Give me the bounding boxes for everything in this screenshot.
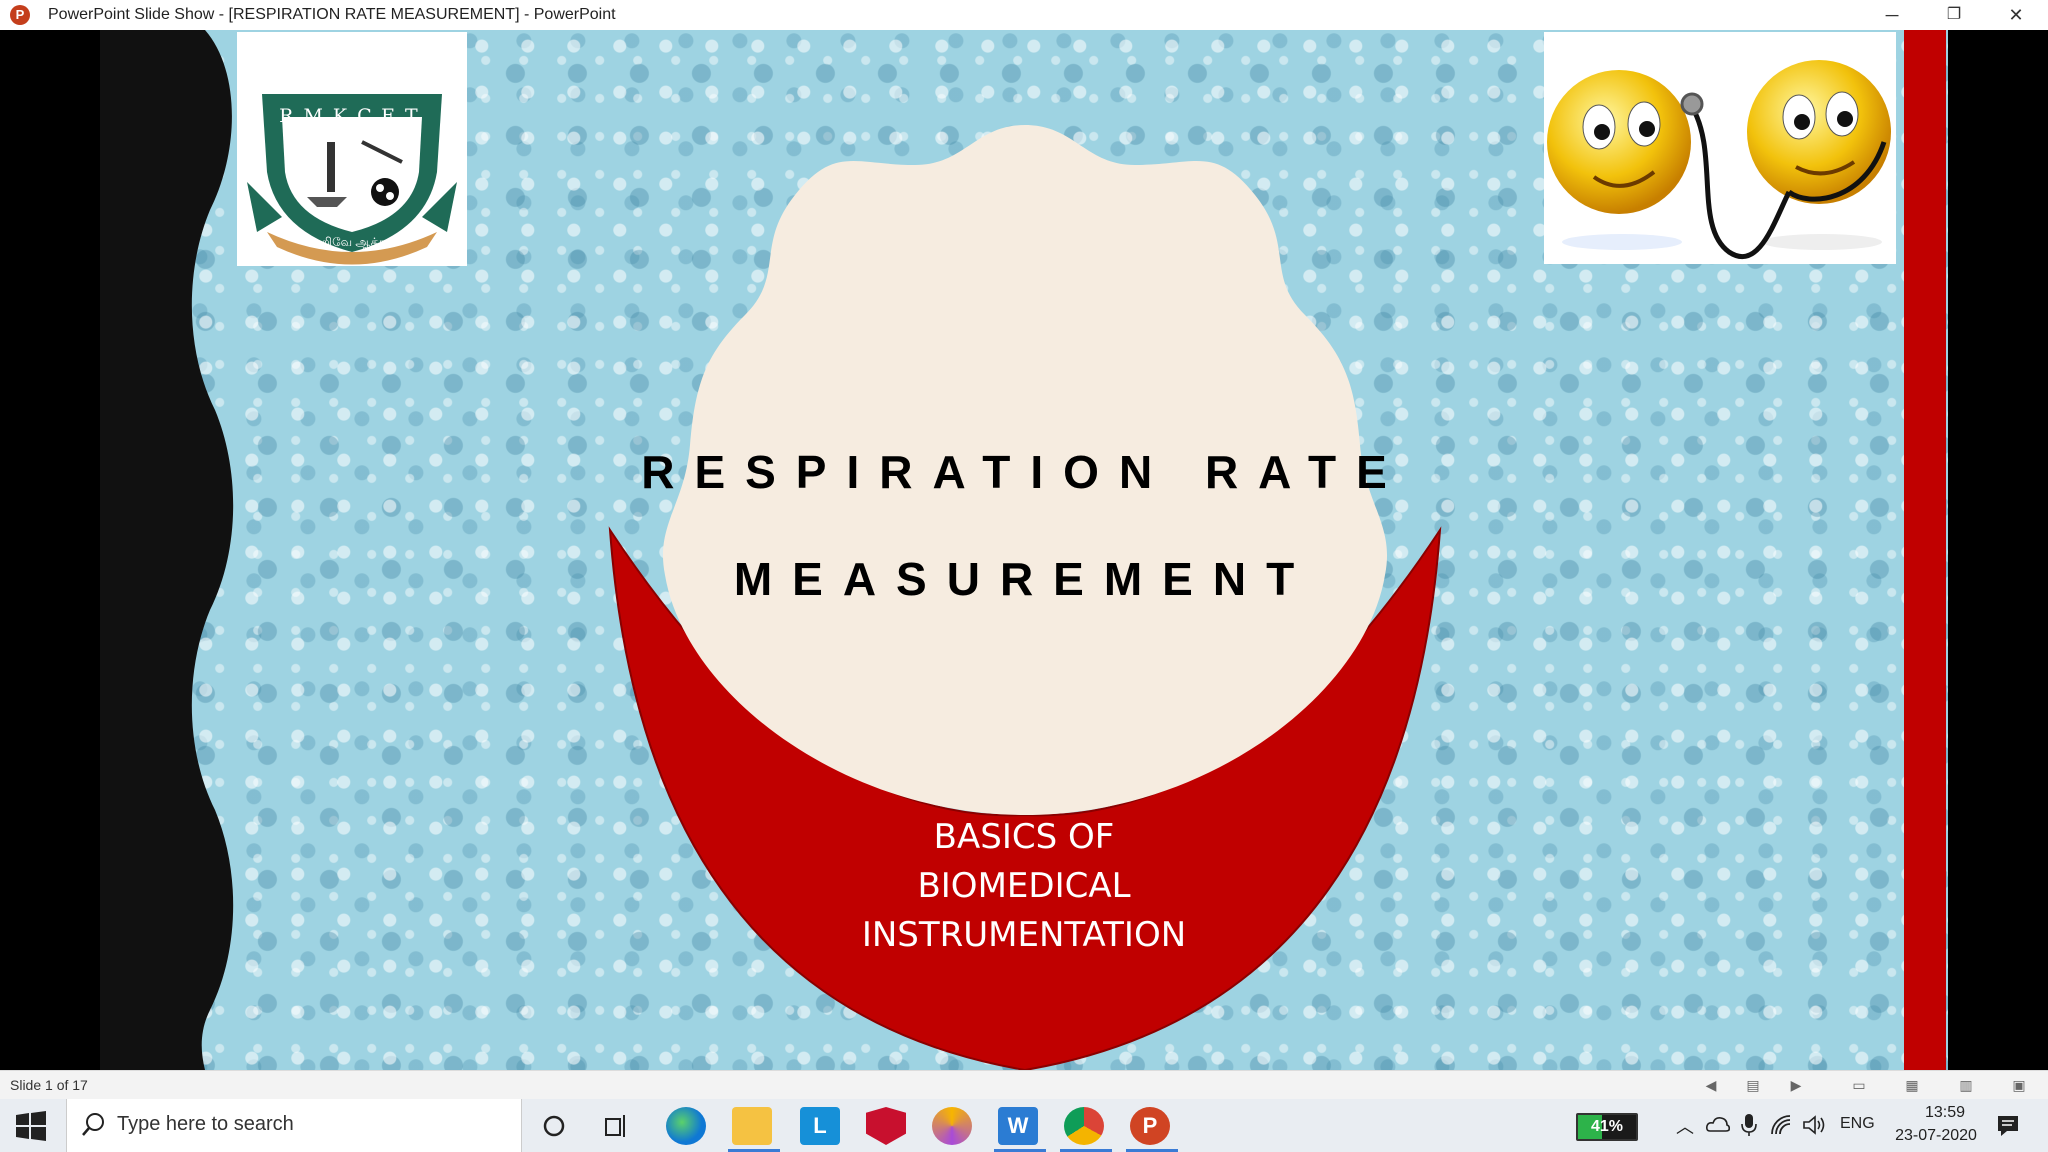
search-placeholder: Type here to search (117, 1113, 294, 1135)
file-explorer-icon[interactable] (732, 1107, 772, 1145)
slideshow-icon[interactable]: ▣ (2010, 1077, 2028, 1094)
wifi-icon[interactable] (1770, 1114, 1792, 1136)
word-app-icon[interactable]: W (998, 1107, 1038, 1145)
cortana-icon[interactable] (542, 1114, 566, 1138)
chrome-canary-icon[interactable] (932, 1107, 972, 1145)
normal-view-icon[interactable]: ▭ (1850, 1077, 1868, 1094)
windows-start-icon[interactable] (14, 1111, 48, 1141)
minimize-button[interactable]: ─ (1862, 0, 1922, 30)
logo-text: R.M.K.C.E.T. (279, 105, 425, 127)
powerpoint-app-icon: P (10, 5, 30, 25)
subtitle-line3: INSTRUMENTATION (861, 915, 1187, 955)
slide-title-line2: MEASUREMENT (733, 553, 1315, 605)
slide-title-line1: RESPIRATION RATE (641, 446, 1407, 498)
slide-sorter-icon[interactable]: ▦ (1903, 1077, 1921, 1094)
clock-time[interactable]: 13:59 (1910, 1104, 1980, 1122)
previous-icon[interactable]: ◀ (1702, 1077, 1720, 1094)
close-button[interactable]: ✕ (1986, 0, 2046, 30)
reading-view-icon[interactable]: ▥ (1957, 1077, 1975, 1094)
edge-icon[interactable] (666, 1107, 706, 1145)
powerpoint-icon[interactable]: P (1130, 1107, 1170, 1145)
chrome-icon[interactable] (1064, 1107, 1104, 1145)
notification-center-icon[interactable] (1995, 1113, 2021, 1139)
subtitle-line2: BIOMEDICAL (917, 866, 1131, 906)
onedrive-icon[interactable] (1706, 1115, 1730, 1135)
window-title: PowerPoint Slide Show - [RESPIRATION RAT… (48, 6, 616, 23)
task-view-icon[interactable] (604, 1113, 630, 1139)
clock-date[interactable]: 23-07-2020 (1886, 1127, 1986, 1145)
microphone-icon[interactable] (1740, 1113, 1758, 1137)
search-icon (82, 1113, 104, 1136)
windows-taskbar: Type here to search L W P 41% ︿ ENG 13:5… (0, 1099, 2048, 1152)
l-app-icon[interactable]: L (800, 1107, 840, 1145)
battery-indicator[interactable]: 41% (1576, 1113, 1638, 1141)
slideshow-statusbar: Slide 1 of 17 ◀ ▤ ▶ ▭ ▦ ▥ ▣ (0, 1070, 2048, 1100)
smiley-stethoscope-image (1544, 32, 1896, 264)
battery-percent: 41% (1590, 1118, 1624, 1135)
next-icon[interactable]: ▶ (1787, 1077, 1805, 1094)
slideshow-area[interactable]: R.M.K.C.E.T. அறிவே ஆக்கம் RESPIRATION RA… (0, 30, 2048, 1070)
show-hidden-icons-icon[interactable]: ︿ (1676, 1113, 1694, 1139)
subtitle-line1: BASICS OF (933, 817, 1115, 857)
restore-button[interactable]: ❐ (1924, 0, 1984, 30)
mcafee-icon[interactable] (866, 1107, 906, 1145)
language-indicator[interactable]: ENG (1840, 1115, 1875, 1133)
window-titlebar: P PowerPoint Slide Show - [RESPIRATION R… (0, 0, 2048, 31)
logo-motto: அறிவே ஆக்கம் (308, 235, 396, 249)
notes-icon[interactable]: ▤ (1744, 1077, 1762, 1094)
slide-counter: Slide 1 of 17 (10, 1077, 88, 1093)
slide[interactable]: R.M.K.C.E.T. அறிவே ஆக்கம் RESPIRATION RA… (100, 30, 1948, 1070)
college-logo (237, 32, 467, 266)
volume-icon[interactable] (1802, 1114, 1828, 1136)
taskbar-search-box[interactable]: Type here to search (66, 1099, 522, 1152)
